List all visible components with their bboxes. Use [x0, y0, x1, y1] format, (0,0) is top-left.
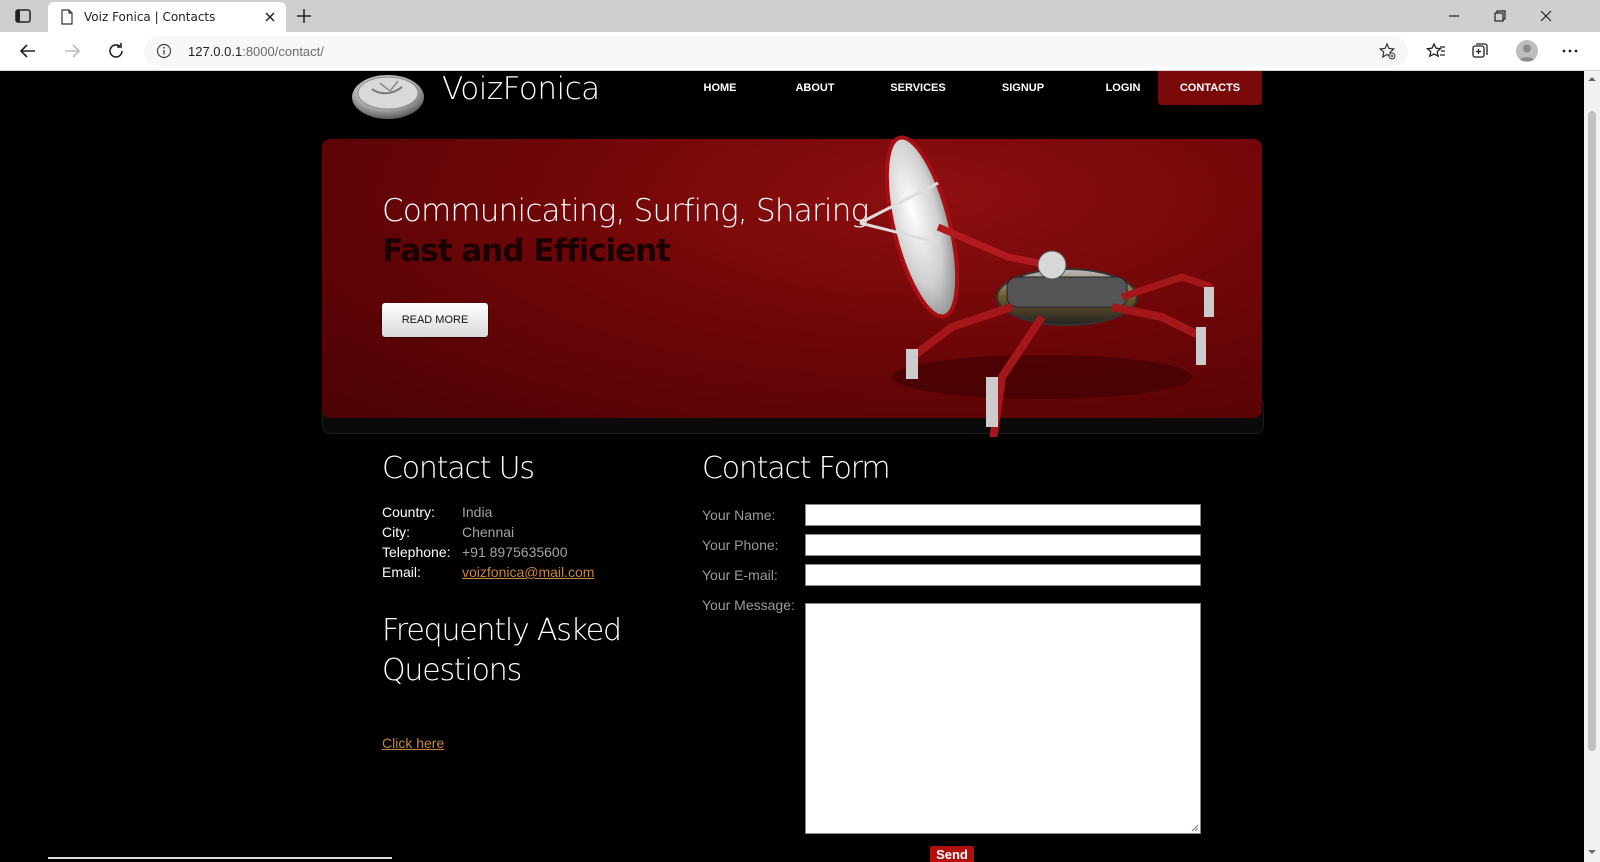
minimize-icon[interactable]	[1444, 6, 1464, 26]
address-bar: 127.0.0.1:8000/contact/	[0, 32, 1600, 71]
url-host: 127.0.0.1	[188, 44, 243, 59]
message-textarea[interactable]	[805, 603, 1201, 834]
name-label: Your Name:	[702, 507, 776, 523]
page-icon	[60, 9, 74, 25]
phone-input[interactable]	[805, 534, 1201, 556]
country-label: Country:	[382, 504, 435, 520]
faq-click-here-link[interactable]: Click here	[382, 735, 444, 751]
back-icon[interactable]	[18, 41, 38, 61]
email-link[interactable]: voizfonica@mail.com	[462, 564, 594, 580]
contact-us-heading: Contact Us	[382, 451, 535, 486]
nav-services[interactable]: SERVICES	[878, 71, 958, 105]
nav-contacts[interactable]: CONTACTS	[1158, 71, 1262, 105]
country-value: India	[462, 504, 493, 520]
close-window-icon[interactable]	[1536, 6, 1556, 26]
nav-home[interactable]: HOME	[690, 71, 750, 105]
add-favorite-icon[interactable]	[1378, 42, 1396, 60]
new-tab-icon[interactable]	[294, 6, 314, 26]
telephone-value: +91 8975635600	[462, 544, 568, 560]
site-logo[interactable]	[350, 71, 426, 121]
read-more-button[interactable]: READ MORE	[382, 303, 488, 337]
city-value: Chennai	[462, 524, 515, 540]
more-menu-icon[interactable]	[1560, 41, 1580, 61]
name-input[interactable]	[805, 504, 1201, 526]
city-label: City:	[382, 524, 410, 540]
url-text: 127.0.0.1:8000/contact/	[188, 44, 324, 59]
email-field-label: Your E-mail:	[702, 567, 778, 583]
collections-icon[interactable]	[1470, 41, 1490, 61]
tab-actions-icon[interactable]	[14, 7, 32, 25]
refresh-icon[interactable]	[106, 41, 126, 61]
restore-icon[interactable]	[1490, 6, 1510, 26]
horizontal-scroll-indicator	[48, 857, 392, 859]
page-viewport: VoizFonica HOME ABOUT SERVICES SIGNUP LO…	[0, 71, 1584, 862]
scrollbar-thumb[interactable]	[1588, 111, 1596, 751]
banner-headline: Communicating, Surfing, Sharing	[382, 193, 869, 229]
forward-icon[interactable]	[62, 41, 82, 61]
hero-banner: Communicating, Surfing, Sharing Fast and…	[322, 135, 1262, 437]
favorites-icon[interactable]	[1426, 41, 1446, 61]
send-button[interactable]: Send	[930, 846, 974, 862]
nav-login[interactable]: LOGIN	[1086, 71, 1160, 105]
page-scrollbar[interactable]	[1584, 71, 1600, 862]
contact-form-heading: Contact Form	[702, 451, 891, 486]
browser-tab-bar: Voiz Fonica | Contacts	[0, 0, 1600, 32]
email-label: Email:	[382, 564, 421, 580]
nav-signup[interactable]: SIGNUP	[988, 71, 1058, 105]
resize-grip-icon[interactable]	[1191, 824, 1199, 832]
url-field[interactable]: 127.0.0.1:8000/contact/	[144, 36, 1408, 66]
satellite-robot-image	[842, 127, 1232, 437]
site-info-icon[interactable]	[156, 43, 172, 59]
url-path: :8000/contact/	[242, 44, 324, 59]
scroll-up-icon[interactable]	[1587, 74, 1597, 84]
scroll-down-icon[interactable]	[1587, 847, 1597, 857]
message-label: Your Message:	[702, 597, 795, 613]
phone-label: Your Phone:	[702, 537, 779, 553]
profile-avatar-icon[interactable]	[1516, 40, 1538, 62]
tab-title: Voiz Fonica | Contacts	[84, 10, 216, 24]
banner-subheadline: Fast and Efficient	[382, 233, 671, 269]
faq-heading-line1: Frequently Asked	[382, 613, 622, 648]
close-tab-icon[interactable]	[262, 9, 278, 25]
site-brand-name[interactable]: VoizFonica	[442, 71, 600, 107]
faq-heading-line2: Questions	[382, 653, 522, 688]
telephone-label: Telephone:	[382, 544, 451, 560]
browser-tab-active[interactable]: Voiz Fonica | Contacts	[48, 2, 286, 32]
email-input[interactable]	[805, 564, 1201, 586]
nav-about[interactable]: ABOUT	[780, 71, 850, 105]
